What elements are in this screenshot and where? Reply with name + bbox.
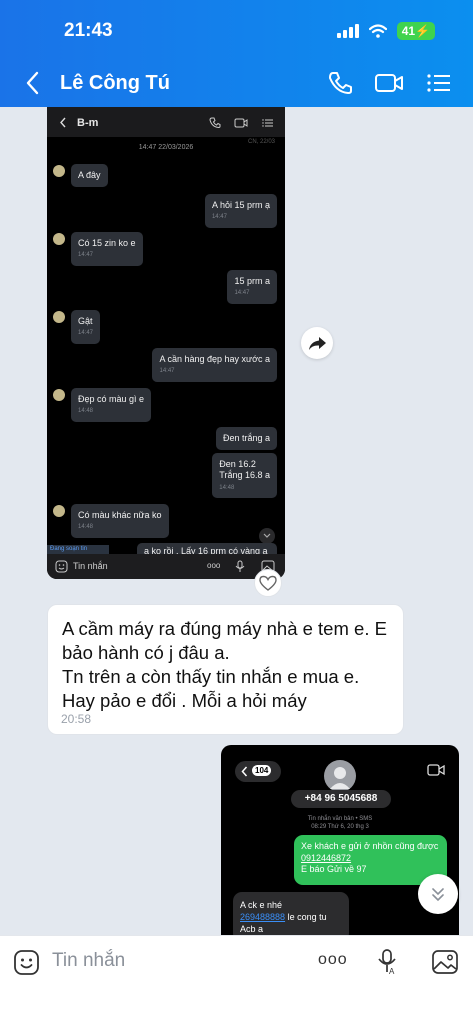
shot1-header: B-m (47, 107, 285, 137)
message-time: 20:58 (61, 712, 92, 726)
shared-image-1[interactable]: B-m CN, 22/03 14:47 22/03/2026 A đây A h… (47, 107, 285, 579)
battery-level: 41 (401, 24, 416, 38)
status-time: 21:43 (64, 20, 113, 41)
sms-phone-link: 0912446872 (301, 852, 352, 863)
text-message[interactable]: A cầm máy ra đúng máy nhà e tem e. E bảo… (47, 604, 404, 735)
status-indicators: 41⚡ (336, 22, 435, 40)
phone-icon[interactable] (326, 70, 354, 96)
avatar (53, 505, 65, 517)
battery-indicator: 41⚡ (396, 22, 435, 40)
message-text: A cầm máy ra đúng máy nhà e tem e. E bảo… (62, 618, 387, 711)
shot1-title: B-m (77, 117, 99, 129)
forward-arrow-icon (309, 337, 326, 350)
scroll-down-icon (259, 528, 275, 544)
sms-back-button: 104 (235, 761, 281, 782)
sms-text: A ck e nhé (240, 900, 283, 910)
forward-button[interactable] (301, 327, 333, 359)
message-composer: Tin nhắn ooo A (0, 935, 473, 1024)
phone-icon (209, 117, 221, 128)
sms-timestamp: 08:29 Thứ 6, 20 thg 3 (311, 824, 369, 830)
shot1-message: Có 15 zin ko e 14:47 (71, 232, 143, 266)
chat-title[interactable]: Lê Công Tú (60, 72, 170, 95)
more-icon[interactable]: ooo (318, 951, 348, 969)
sms-in-bubble: A ck e nhé 269488888 le cong tu Acb a (233, 892, 349, 935)
video-call-icon (427, 764, 445, 776)
avatar (53, 233, 65, 245)
video-call-icon[interactable] (374, 70, 404, 96)
shot1-composer-placeholder: Tin nhắn (73, 561, 108, 571)
shot1-message: A cần hàng đẹp hay xước a 14:47 (152, 348, 277, 382)
sms-text: Xe khách e gửi ở nhồn cũng được (301, 841, 439, 851)
shot1-message: A đây (71, 164, 108, 188)
chat-header: 21:43 41⚡ Lê Công Tú (0, 0, 473, 107)
unread-badge: 104 (252, 765, 272, 776)
heart-icon (259, 575, 277, 591)
wifi-icon (368, 24, 387, 38)
react-heart-button[interactable] (254, 569, 282, 597)
voice-text-icon[interactable]: A (376, 948, 398, 976)
avatar (53, 389, 65, 401)
shot1-message: Gật 14:47 (71, 310, 101, 344)
avatar (53, 165, 65, 177)
contact-avatar (324, 760, 356, 792)
message-input[interactable]: Tin nhắn (52, 950, 125, 972)
microphone-icon (235, 560, 245, 572)
signal-icon (336, 24, 359, 38)
sticker-icon[interactable] (13, 949, 40, 976)
sms-account-link: 269488888 (240, 912, 286, 923)
shot1-message: 15 prm a 14:47 (227, 270, 277, 304)
shot1-date: 14:47 22/03/2026 (138, 144, 194, 151)
sms-text: le cong tu (285, 912, 327, 923)
chevron-left-icon (241, 766, 248, 777)
double-chevron-down-icon (432, 888, 444, 902)
sticker-icon (55, 560, 68, 573)
shot1-message: Có màu khác nữa ko 14:48 (71, 504, 169, 538)
menu-list-icon (262, 119, 273, 127)
chevron-left-icon (60, 117, 66, 128)
scroll-to-bottom-button[interactable] (418, 874, 458, 914)
image-icon[interactable] (431, 949, 459, 975)
shot1-more-dots: ooo (207, 561, 221, 570)
person-icon (330, 767, 350, 789)
shot1-message: Đen 16.2 Trắng 16.8 a 14:48 (212, 453, 277, 498)
sms-type-label: Tin nhắn văn bản • SMS (307, 816, 373, 822)
contact-number: +84 96 5045688 (291, 790, 391, 808)
back-icon[interactable] (24, 70, 40, 96)
shot1-message: A hỏi 15 prm ạ 14:47 (204, 194, 277, 228)
video-call-icon (234, 118, 248, 128)
shot1-message: Đen trắng a (215, 427, 277, 451)
menu-list-icon[interactable] (426, 70, 452, 96)
shot1-message: Đẹp có màu gì e 14:48 (71, 388, 152, 422)
avatar (53, 311, 65, 323)
svg-text:A: A (389, 967, 395, 976)
sms-text: Acb a (240, 924, 264, 935)
